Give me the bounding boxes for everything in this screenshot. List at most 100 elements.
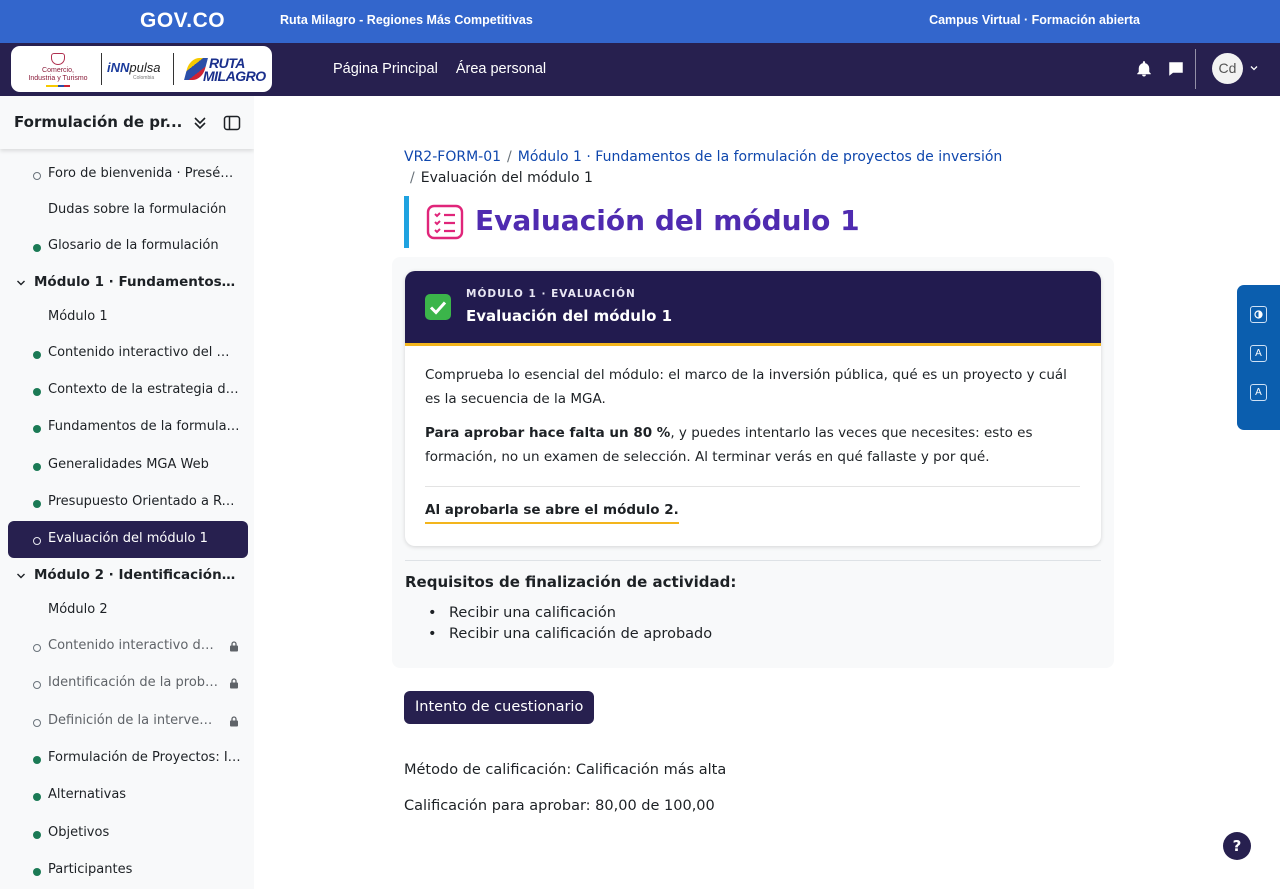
completed-dot-icon: [33, 500, 41, 508]
innpulsa-logo: iNNpulsa Colombia: [107, 60, 160, 81]
seal-icon: [51, 53, 65, 65]
mintic-line1: Comercio,: [42, 67, 74, 74]
card-kicker: MÓDULO 1 · EVALUACIÓN: [466, 288, 636, 300]
bell-icon[interactable]: [1135, 60, 1153, 78]
course-section[interactable]: Módulo 2 · Identificación del problema: [8, 557, 248, 594]
card-unlock-note: Al aprobarla se abre el módulo 2.: [425, 502, 679, 524]
course-item-label: Presupuesto Orientado a Resultados: [48, 494, 241, 509]
course-section[interactable]: Módulo 1 · Fundamentos de la formulación: [8, 264, 248, 301]
incomplete-dot-icon: [33, 537, 41, 545]
course-item-label: Módulo 2 · Identificación del problema: [34, 567, 239, 583]
contrast-icon[interactable]: [1250, 306, 1267, 323]
card-paragraph-1: Comprueba lo esencial del módulo: el mar…: [425, 367, 1067, 407]
main-region: VR2-FORM-01 / Módulo 1 · Fundamentos de la…: [254, 96, 1280, 889]
course-activity[interactable]: Foro de bienvenida · Preséntate: [8, 156, 248, 193]
milagro-text: MILAGRO: [203, 68, 266, 84]
requirement-item: Recibir una calificación de aprobado: [428, 624, 712, 645]
lock-icon: [230, 678, 238, 689]
collapse-all-icon[interactable]: [191, 114, 209, 132]
course-activity[interactable]: Contenido interactivo del módulo: [8, 335, 248, 372]
chevron-down-icon[interactable]: [16, 571, 26, 581]
completion-requirements: Recibir una calificación Recibir una cal…: [428, 603, 712, 645]
attempt-quiz-button[interactable]: Intento de cuestionario: [404, 691, 595, 724]
activity-description: MÓDULO 1 · EVALUACIÓN Evaluación del mód…: [392, 257, 1114, 668]
course-activity[interactable]: Generalidades MGA Web: [8, 447, 248, 484]
card-pass-note: Para aprobar hace falta un 80 %: [425, 425, 671, 441]
breadcrumb-current: Evaluación del módulo 1: [420, 170, 593, 186]
completed-dot-icon: [33, 244, 41, 252]
chat-icon[interactable]: [1167, 60, 1185, 78]
course-activity[interactable]: Presupuesto Orientado a Resultados: [8, 484, 248, 521]
breadcrumb-course[interactable]: VR2-FORM-01: [404, 149, 501, 165]
course-activity[interactable]: Definición de la intervención: [8, 703, 248, 740]
card-body: Comprueba lo esencial del módulo: el mar…: [425, 363, 1081, 479]
course-activity[interactable]: Identificación de la problemática: [8, 665, 248, 702]
course-item-label: Dudas sobre la formulación: [48, 202, 227, 217]
course-item-label: Identificación de la problemática: [48, 675, 220, 690]
font-increase-icon[interactable]: A: [1250, 384, 1267, 401]
course-item-label: Foro de bienvenida · Preséntate: [48, 166, 241, 181]
course-item-label: Fundamentos de la formulación: [48, 419, 241, 434]
course-item-label: Glosario de la formulación: [48, 238, 219, 253]
card-paragraph-2: Para aprobar hace falta un 80 %, y puede…: [425, 421, 1081, 469]
course-item-label: Objetivos: [48, 825, 110, 840]
completed-dot-icon: [33, 425, 41, 433]
avatar[interactable]: Cd: [1212, 53, 1243, 84]
course-activity[interactable]: Módulo 2: [8, 592, 248, 629]
brand-divider: [173, 53, 174, 85]
course-activity[interactable]: Participantes: [8, 852, 248, 889]
font-increase-label: A: [1255, 387, 1262, 398]
course-item-label: Contenido interactivo del módulo: [48, 345, 241, 360]
course-item-label: Módulo 1: [48, 309, 108, 324]
completed-dot-icon: [33, 463, 41, 471]
nav-divider: [1195, 49, 1196, 89]
course-activity[interactable]: Módulo 1: [8, 299, 248, 336]
completion-requirements-title: Requisitos de finalización de actividad:: [405, 573, 737, 591]
course-item-label: Definición de la intervención: [48, 713, 220, 728]
card-title: Evaluación del módulo 1: [466, 307, 673, 325]
course-item-label: Alternativas: [48, 787, 127, 802]
course-activity[interactable]: Glosario de la formulación: [8, 228, 248, 265]
course-activity[interactable]: Objetivos: [8, 815, 248, 852]
innpulsa-b: pulsa: [129, 60, 161, 75]
chevron-down-icon[interactable]: [1249, 63, 1259, 73]
primary-nav: Página Principal Área personal: [333, 61, 560, 77]
completed-dot-icon: [33, 756, 41, 764]
course-index-drawer: Formulación de pr... Foro de bienvenida …: [0, 96, 254, 889]
close-drawer-icon[interactable]: [223, 114, 241, 132]
flag-bar: [46, 85, 70, 87]
help-button[interactable]: ?: [1223, 832, 1251, 860]
course-activity[interactable]: Contexto de la estrategia de regiones: [8, 372, 248, 409]
check-mark-icon: [425, 294, 451, 320]
drawer-course-title[interactable]: Formulación de pr...: [14, 113, 182, 131]
course-activity[interactable]: Contenido interactivo del módulo: [8, 628, 248, 665]
requirement-item: Recibir una calificación: [428, 603, 712, 624]
gov-bar: GOV.CO Ruta Milagro - Regiones Más Compe…: [0, 0, 1280, 43]
course-activity[interactable]: Evaluación del módulo 1: [8, 521, 248, 558]
nav-home-link[interactable]: Página Principal: [333, 61, 438, 77]
course-activity[interactable]: Alternativas: [8, 777, 248, 814]
breadcrumb-sep: /: [507, 149, 512, 165]
course-item-label: Formulación de Proyectos: Identificación: [48, 750, 241, 765]
incomplete-dot-icon: [33, 681, 41, 689]
brand-divider: [101, 53, 102, 85]
course-activity[interactable]: Fundamentos de la formulación: [8, 409, 248, 446]
quiz-icon: [426, 204, 464, 240]
breadcrumb-section[interactable]: Módulo 1 · Fundamentos de la formulación…: [518, 149, 1003, 165]
drawer-header: Formulación de pr...: [0, 96, 254, 149]
completed-dot-icon: [33, 868, 41, 876]
course-activity[interactable]: Dudas sobre la formulación: [8, 192, 248, 229]
nav-dashboard-link[interactable]: Área personal: [456, 61, 546, 77]
chevron-down-icon[interactable]: [16, 278, 26, 288]
brand-logos[interactable]: Comercio, Industria y Turismo iNNpulsa C…: [11, 46, 272, 92]
font-decrease-icon[interactable]: A: [1250, 345, 1267, 362]
innpulsa-a: iNN: [107, 60, 130, 75]
course-activity[interactable]: Formulación de Proyectos: Identificación: [8, 740, 248, 777]
gov-logo[interactable]: GOV.CO: [140, 9, 225, 33]
completed-dot-icon: [33, 793, 41, 801]
course-item-label: Generalidades MGA Web: [48, 457, 209, 472]
mintic-line2: Industria y Turismo: [28, 75, 88, 82]
course-item-label: Contenido interactivo del módulo: [48, 638, 220, 653]
divider: [405, 560, 1101, 561]
card-header: MÓDULO 1 · EVALUACIÓN Evaluación del mód…: [405, 271, 1101, 346]
